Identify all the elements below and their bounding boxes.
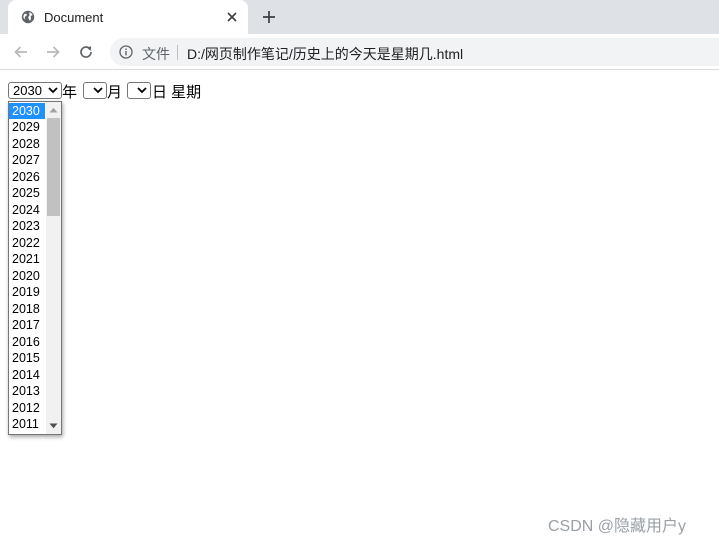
tab-title: Document — [44, 10, 104, 25]
year-option-2011[interactable]: 2011 — [9, 416, 45, 433]
month-label: 月 — [107, 84, 123, 101]
url-text[interactable]: D:/网页制作笔记/历史上的今天是星期几.html — [187, 44, 463, 64]
year-option-2019[interactable]: 2019 — [9, 284, 45, 301]
day-weekday-label: 日 星期 — [152, 84, 202, 101]
watermark: CSDN @隐藏用户y — [548, 518, 687, 535]
year-option-2021[interactable]: 2021 — [9, 251, 45, 268]
back-arrow-icon[interactable] — [12, 43, 30, 61]
scheme-label: 文件 — [142, 46, 170, 62]
tab-document[interactable]: Document — [8, 0, 248, 34]
scrollbar-thumb[interactable] — [47, 118, 60, 216]
year-option-2029[interactable]: 2029 — [9, 119, 45, 136]
year-option-2023[interactable]: 2023 — [9, 218, 45, 235]
year-option-2026[interactable]: 2026 — [9, 169, 45, 186]
chevron-down-icon — [48, 87, 58, 94]
info-icon[interactable] — [119, 45, 133, 59]
plus-icon[interactable] — [260, 8, 278, 26]
month-select[interactable] — [83, 82, 107, 99]
year-option-2017[interactable]: 2017 — [9, 317, 45, 334]
address-bar[interactable]: 文件 D:/网页制作笔记/历史上的今天是星期几.html — [110, 38, 719, 66]
year-option-2020[interactable]: 2020 — [9, 268, 45, 285]
day-select[interactable] — [127, 82, 151, 99]
year-option-2015[interactable]: 2015 — [9, 350, 45, 367]
dropdown-scrollbar[interactable] — [46, 102, 61, 434]
tab-strip: Document — [0, 0, 719, 34]
year-select[interactable]: 2030 — [8, 82, 62, 99]
year-select-value: 2030 — [13, 83, 42, 98]
year-option-2022[interactable]: 2022 — [9, 235, 45, 252]
scroll-up-arrow-icon[interactable] — [49, 107, 58, 113]
year-label: 年 — [62, 84, 78, 101]
omnibox-divider — [177, 45, 178, 60]
scroll-down-arrow-icon[interactable] — [49, 423, 58, 429]
year-option-2024[interactable]: 2024 — [9, 202, 45, 219]
year-option-2027[interactable]: 2027 — [9, 152, 45, 169]
year-option-2018[interactable]: 2018 — [9, 301, 45, 318]
year-option-2012[interactable]: 2012 — [9, 400, 45, 417]
year-option-2014[interactable]: 2014 — [9, 367, 45, 384]
page-content: 2030 年 月 日 星期 2030 2029 2028 2027 2026 2025 20… — [0, 71, 719, 542]
year-option-2016[interactable]: 2016 — [9, 334, 45, 351]
chevron-down-icon — [93, 87, 103, 94]
year-option-2028[interactable]: 2028 — [9, 136, 45, 153]
browser-toolbar: 文件 D:/网页制作笔记/历史上的今天是星期几.html — [0, 34, 719, 70]
year-dropdown-list[interactable]: 2030 2029 2028 2027 2026 2025 2024 2023 2022 2021… — [8, 101, 62, 435]
year-option-2030[interactable]: 2030 — [9, 102, 45, 119]
close-icon[interactable] — [225, 10, 239, 24]
forward-arrow-icon[interactable] — [44, 43, 62, 61]
year-option-2013[interactable]: 2013 — [9, 383, 45, 400]
chevron-down-icon — [137, 87, 147, 94]
reload-icon[interactable] — [77, 43, 95, 61]
year-option-2025[interactable]: 2025 — [9, 185, 45, 202]
globe-icon — [21, 10, 35, 24]
